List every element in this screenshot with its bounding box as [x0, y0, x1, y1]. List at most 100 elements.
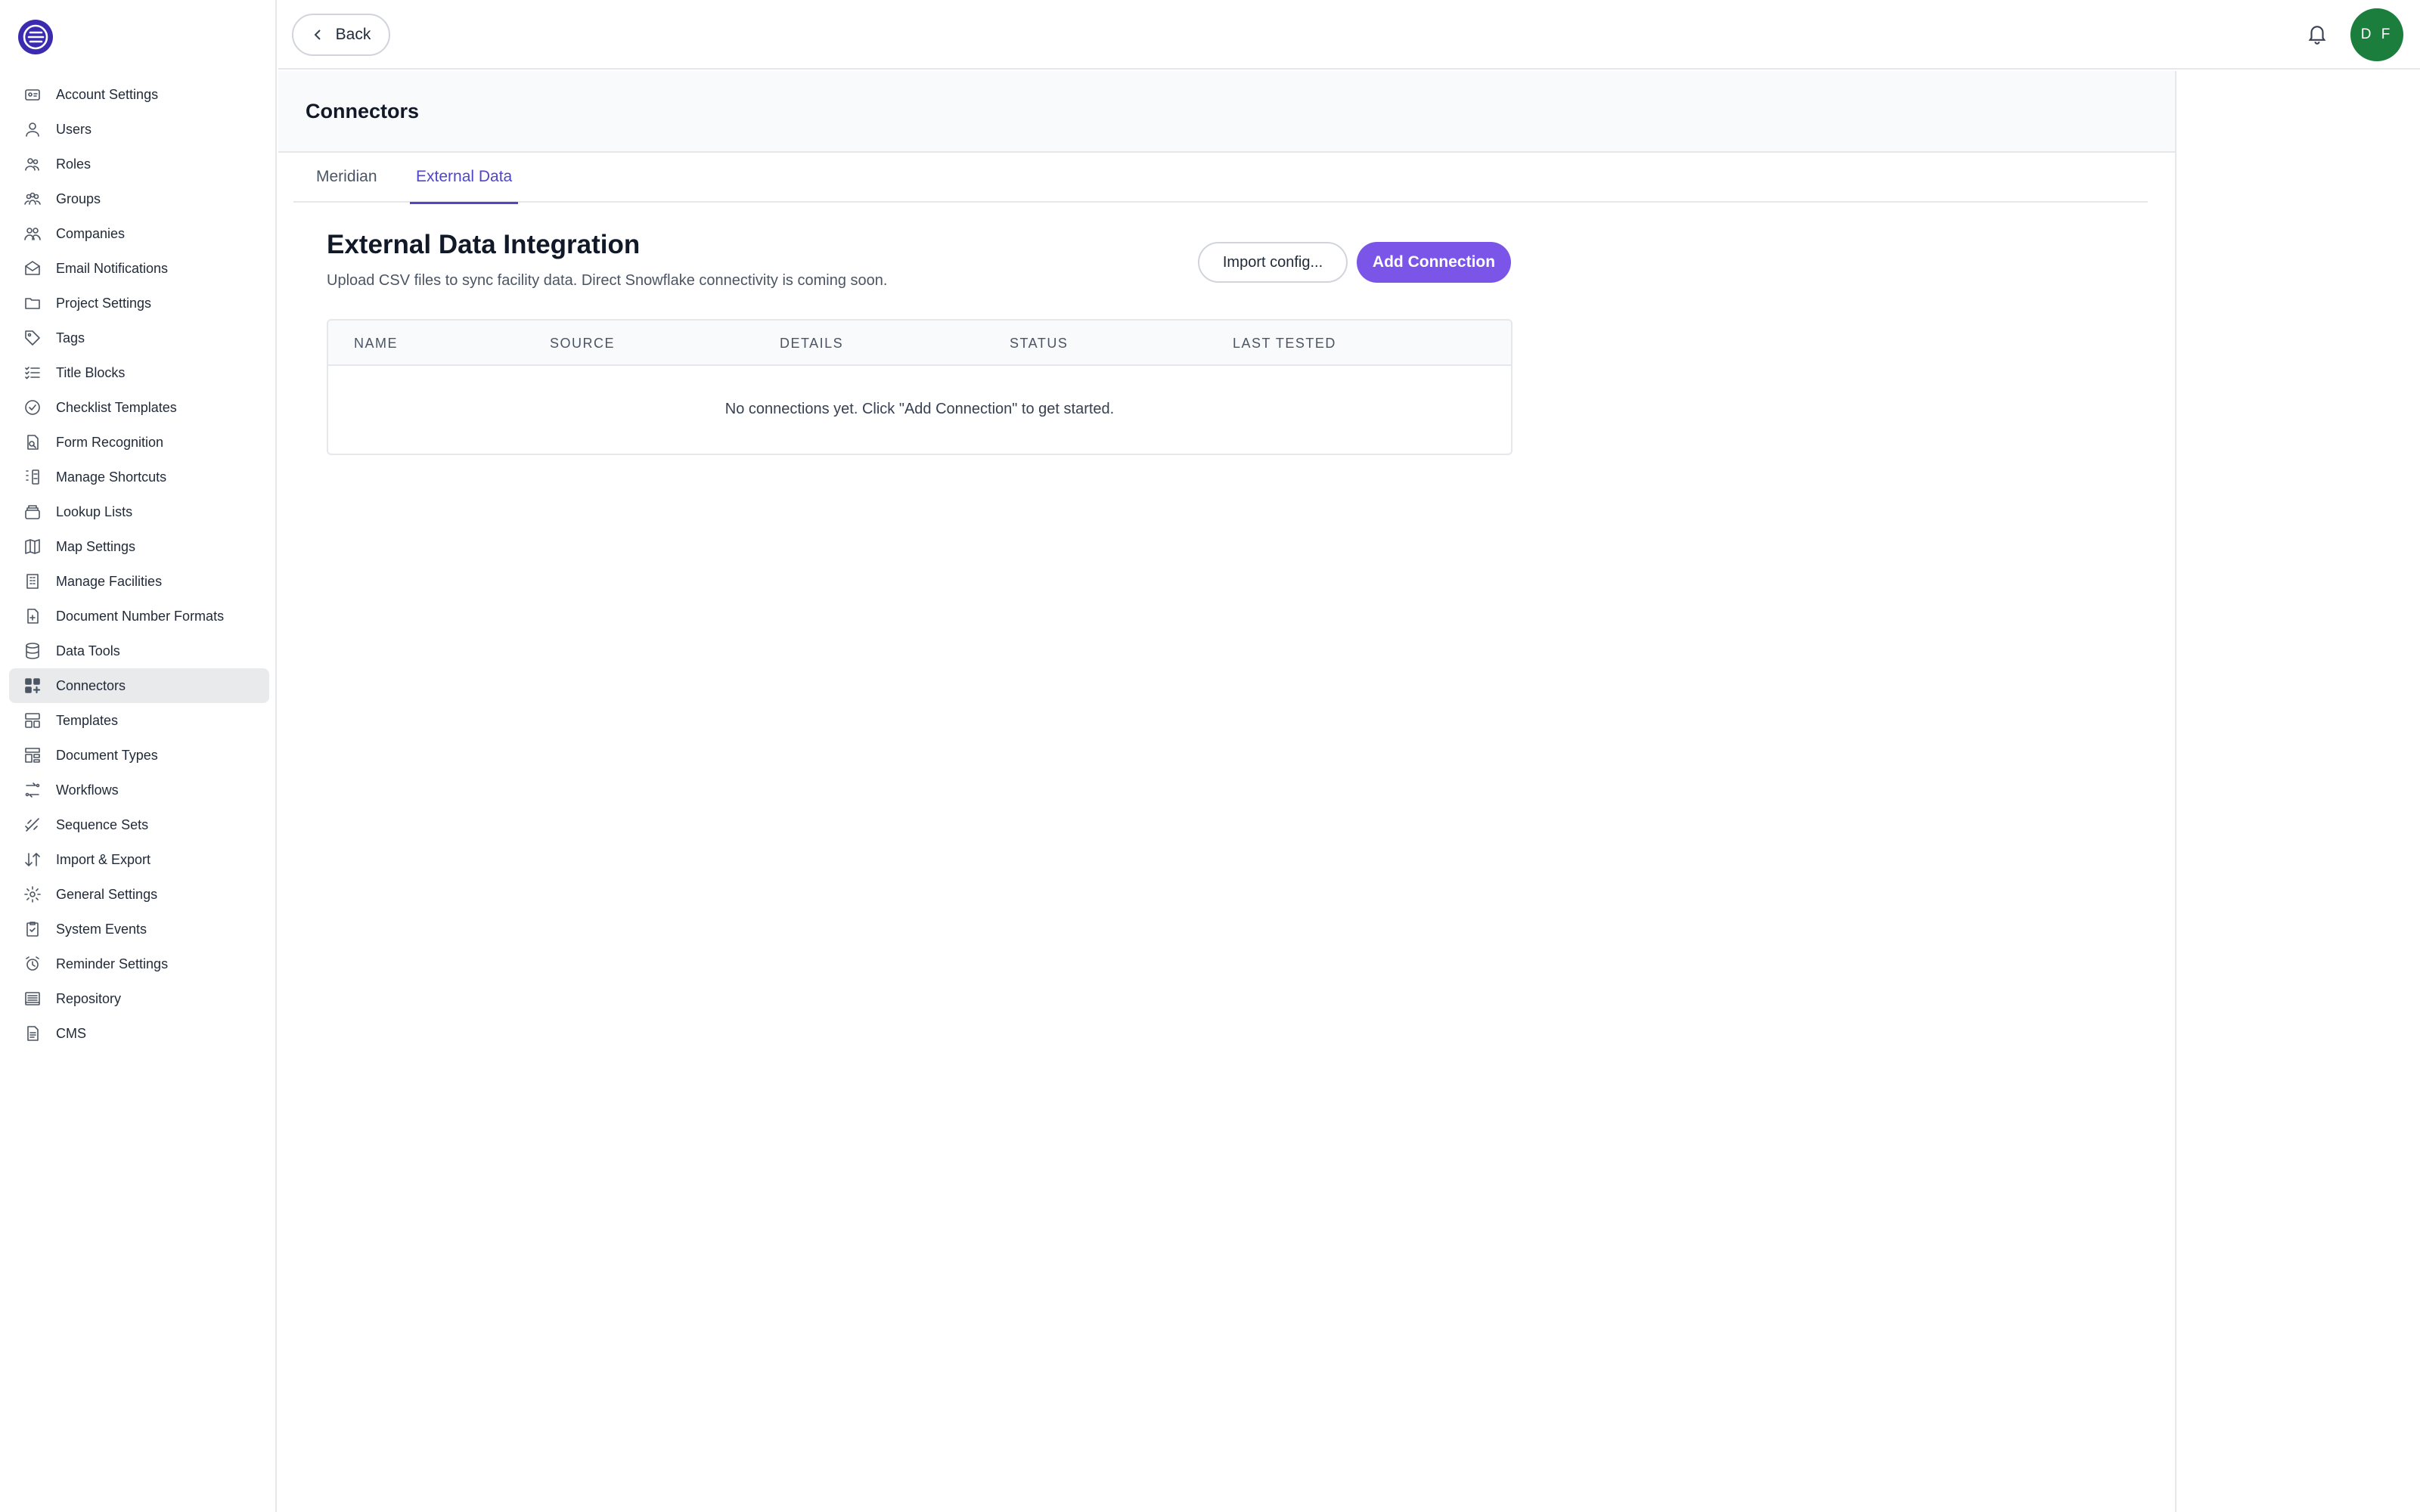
sidebar-item-label: Lookup Lists — [56, 503, 133, 519]
page-header: Connectors — [278, 71, 2175, 153]
sidebar: Account Settings Users Roles Groups Companie… — [0, 0, 277, 1512]
account-card-icon — [23, 85, 42, 104]
column-header-last-tested: LAST TESTED — [1233, 336, 1336, 351]
sidebar-item-label: Tags — [56, 330, 85, 345]
sidebar-item-roles[interactable]: Roles — [9, 147, 269, 181]
mail-icon — [23, 259, 42, 278]
sidebar-item-label: Title Blocks — [56, 364, 126, 380]
import-config-button[interactable]: Import config... — [1198, 242, 1348, 283]
template-icon — [23, 711, 42, 730]
column-header-details: DETAILS — [780, 336, 844, 351]
sidebar-item-map-settings[interactable]: Map Settings — [9, 529, 269, 564]
top-bar: Back D F — [278, 0, 2420, 70]
tab-external-data-label: External Data — [416, 168, 513, 185]
workflow-icon — [23, 780, 42, 800]
sidebar-item-label: Sequence Sets — [56, 816, 149, 832]
file-text-icon — [23, 1024, 42, 1043]
sidebar-item-manage-shortcuts[interactable]: Manage Shortcuts — [9, 460, 269, 494]
sidebar-item-label: Data Tools — [56, 643, 120, 658]
section-subtitle: Upload CSV files to sync facility data. … — [327, 272, 888, 289]
tab-meridian-label: Meridian — [316, 168, 377, 185]
sidebar-item-general-settings[interactable]: General Settings — [9, 877, 269, 912]
sidebar-item-label: Document Number Formats — [56, 608, 225, 624]
folder-icon — [23, 293, 42, 313]
sidebar-item-workflows[interactable]: Workflows — [9, 773, 269, 807]
sidebar-item-cms[interactable]: CMS — [9, 1016, 269, 1051]
sidebar-item-label: Templates — [56, 712, 119, 728]
sidebar-item-repository[interactable]: Repository — [9, 981, 269, 1016]
user-icon — [23, 119, 42, 139]
database-icon — [23, 641, 42, 661]
column-header-status: STATUS — [1010, 336, 1069, 351]
sidebar-item-sequence-sets[interactable]: Sequence Sets — [9, 807, 269, 842]
sidebar-item-project-settings[interactable]: Project Settings — [9, 286, 269, 321]
building-icon — [23, 572, 42, 591]
section-title: External Data Integration — [327, 230, 641, 259]
sidebar-item-manage-facilities[interactable]: Manage Facilities — [9, 564, 269, 599]
sidebar-item-document-types[interactable]: Document Types — [9, 738, 269, 773]
sidebar-item-label: Manage Shortcuts — [56, 469, 167, 485]
sidebar-item-label: Import & Export — [56, 851, 151, 867]
app-logo-icon[interactable] — [18, 20, 53, 54]
repository-icon — [23, 989, 42, 1009]
sidebar-item-document-number-formats[interactable]: Document Number Formats — [9, 599, 269, 634]
column-header-source: SOURCE — [550, 336, 616, 351]
group-icon — [23, 189, 42, 209]
sidebar-item-form-recognition[interactable]: Form Recognition — [9, 425, 269, 460]
sidebar-item-import-and-export[interactable]: Import & Export — [9, 842, 269, 877]
sequence-icon — [23, 815, 42, 835]
form-scan-icon — [23, 432, 42, 452]
sidebar-nav: Account Settings Users Roles Groups Companie… — [9, 77, 269, 1051]
companies-icon — [23, 224, 42, 243]
sidebar-item-checklist-templates[interactable]: Checklist Templates — [9, 390, 269, 425]
roles-icon — [23, 154, 42, 174]
sidebar-item-companies[interactable]: Companies — [9, 216, 269, 251]
sidebar-item-label: Connectors — [56, 677, 126, 693]
chevron-left-icon — [314, 29, 321, 40]
sidebar-item-users[interactable]: Users — [9, 112, 269, 147]
sidebar-item-label: Companies — [56, 225, 126, 241]
sidebar-item-label: CMS — [56, 1025, 86, 1041]
sidebar-item-data-tools[interactable]: Data Tools — [9, 634, 269, 668]
check-circle-icon — [23, 398, 42, 417]
sidebar-item-title-blocks[interactable]: Title Blocks — [9, 355, 269, 390]
sidebar-item-label: General Settings — [56, 886, 158, 902]
sidebar-item-label: Roles — [56, 156, 92, 172]
sidebar-item-label: System Events — [56, 921, 147, 937]
grid-plus-icon — [23, 676, 42, 696]
sidebar-item-label: Account Settings — [56, 86, 159, 102]
sidebar-item-groups[interactable]: Groups — [9, 181, 269, 216]
tab-external-data[interactable]: External Data — [409, 166, 519, 204]
sidebar-item-connectors[interactable]: Connectors — [9, 668, 269, 703]
arrows-icon — [23, 850, 42, 869]
shortcut-icon — [23, 467, 42, 487]
sidebar-item-label: Users — [56, 121, 92, 137]
sidebar-item-label: Groups — [56, 191, 101, 206]
tab-bar: Meridian External Data — [293, 166, 2148, 204]
doc-types-icon — [23, 745, 42, 765]
stack-icon — [23, 502, 42, 522]
empty-state-message: No connections yet. Click "Add Connectio… — [724, 401, 1115, 417]
sidebar-item-label: Project Settings — [56, 295, 152, 311]
sidebar-item-templates[interactable]: Templates — [9, 703, 269, 738]
sidebar-item-label: Email Notifications — [56, 260, 169, 276]
add-connection-button[interactable]: Add Connection — [1357, 242, 1511, 283]
sidebar-item-reminder-settings[interactable]: Reminder Settings — [9, 947, 269, 981]
sidebar-item-label: Form Recognition — [56, 434, 164, 450]
tab-meridian[interactable]: Meridian — [316, 166, 392, 203]
sidebar-item-system-events[interactable]: System Events — [9, 912, 269, 947]
back-button[interactable]: Back — [292, 14, 390, 56]
map-icon — [23, 537, 42, 556]
alarm-icon — [23, 954, 42, 974]
page-title: Connectors — [306, 99, 420, 122]
sidebar-item-label: Manage Facilities — [56, 573, 163, 589]
avatar[interactable]: D F — [2350, 8, 2403, 61]
sidebar-item-account-settings[interactable]: Account Settings — [9, 77, 269, 112]
sidebar-item-label: Document Types — [56, 747, 158, 763]
sidebar-item-tags[interactable]: Tags — [9, 321, 269, 355]
sidebar-item-email-notifications[interactable]: Email Notifications — [9, 251, 269, 286]
list-check-icon — [23, 363, 42, 383]
sidebar-item-lookup-lists[interactable]: Lookup Lists — [9, 494, 269, 529]
bell-icon[interactable] — [2304, 20, 2331, 47]
doc-plus-icon — [23, 606, 42, 626]
